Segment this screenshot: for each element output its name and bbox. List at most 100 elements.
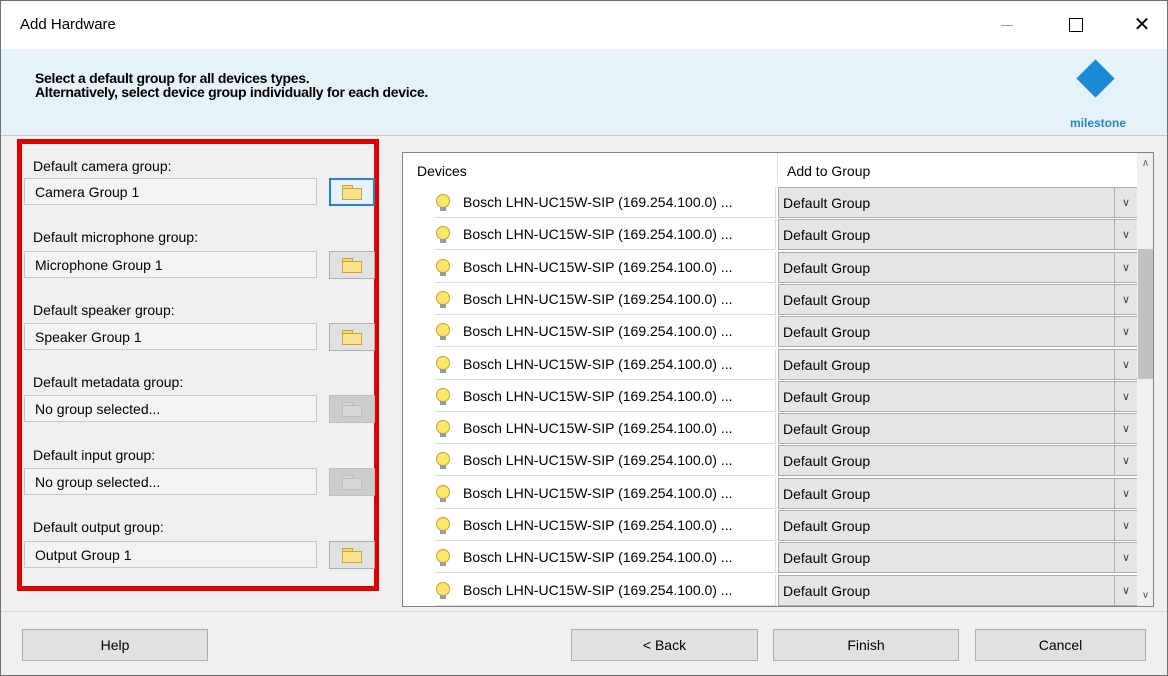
lightbulb-icon [436, 549, 450, 567]
help-button[interactable]: Help [22, 629, 208, 661]
device-cell[interactable]: Bosch LHN-UC15W-SIP (169.254.100.0) ... [435, 574, 776, 606]
back-button[interactable]: < Back [571, 629, 758, 661]
column-header-devices[interactable]: Devices [403, 153, 778, 183]
lightbulb-icon [436, 420, 450, 438]
add-to-group-select[interactable]: Default Group ∨ [778, 380, 1138, 412]
table-row[interactable]: Bosch LHN-UC15W-SIP (169.254.100.0) ... D… [403, 445, 1138, 477]
device-name: Bosch LHN-UC15W-SIP (169.254.100.0) ... [463, 258, 733, 275]
add-to-group-select[interactable]: Default Group ∨ [778, 574, 1138, 606]
device-cell[interactable]: Bosch LHN-UC15W-SIP (169.254.100.0) ... [435, 219, 776, 251]
chevron-down-icon[interactable]: ∨ [1114, 188, 1137, 217]
table-row[interactable]: Bosch LHN-UC15W-SIP (169.254.100.0) ... D… [403, 251, 1138, 284]
table-scrollbar[interactable]: ∧ ∨ [1137, 153, 1153, 606]
instruction-line-2: Alternatively, select device group indiv… [35, 84, 428, 100]
add-to-group-select[interactable]: Default Group ∨ [778, 316, 1138, 348]
chevron-down-icon[interactable]: ∨ [1114, 220, 1137, 250]
finish-button[interactable]: Finish [773, 629, 959, 661]
devices-table: Devices Add to Group Bosch LHN-UC15W-SIP… [402, 152, 1154, 607]
selected-group: Default Group [783, 550, 871, 567]
browse-group-button[interactable] [329, 323, 375, 351]
table-row[interactable]: Bosch LHN-UC15W-SIP (169.254.100.0) ... D… [403, 380, 1138, 413]
device-name: Bosch LHN-UC15W-SIP (169.254.100.0) ... [463, 355, 733, 372]
selected-group: Default Group [783, 291, 871, 308]
device-cell[interactable]: Bosch LHN-UC15W-SIP (169.254.100.0) ... [435, 380, 776, 412]
add-to-group-select[interactable]: Default Group ∨ [778, 187, 1138, 218]
scroll-down-icon[interactable]: ∨ [1137, 587, 1153, 604]
table-row[interactable]: Bosch LHN-UC15W-SIP (169.254.100.0) ... D… [403, 542, 1138, 574]
lightbulb-icon [436, 355, 450, 373]
chevron-down-icon[interactable]: ∨ [1114, 543, 1137, 573]
chevron-down-icon[interactable]: ∨ [1114, 414, 1137, 444]
add-to-group-select[interactable]: Default Group ∨ [778, 477, 1138, 509]
table-row[interactable]: Bosch LHN-UC15W-SIP (169.254.100.0) ... D… [403, 187, 1138, 219]
default-group-label: Default camera group: [33, 158, 172, 174]
browse-group-button[interactable] [329, 251, 375, 279]
lightbulb-icon [436, 290, 450, 308]
folder-icon [342, 475, 362, 490]
scroll-thumb[interactable] [1138, 249, 1153, 379]
lightbulb-icon [436, 452, 450, 470]
device-name: Bosch LHN-UC15W-SIP (169.254.100.0) ... [463, 226, 733, 243]
table-row[interactable]: Bosch LHN-UC15W-SIP (169.254.100.0) ... D… [403, 510, 1138, 542]
device-cell[interactable]: Bosch LHN-UC15W-SIP (169.254.100.0) ... [435, 477, 776, 509]
table-row[interactable]: Bosch LHN-UC15W-SIP (169.254.100.0) ... D… [403, 477, 1138, 510]
table-row[interactable]: Bosch LHN-UC15W-SIP (169.254.100.0) ... D… [403, 348, 1138, 381]
device-name: Bosch LHN-UC15W-SIP (169.254.100.0) ... [463, 452, 733, 469]
add-to-group-select[interactable]: Default Group ∨ [778, 510, 1138, 541]
chevron-down-icon[interactable]: ∨ [1114, 478, 1137, 508]
column-header-add-to-group[interactable]: Add to Group [778, 153, 1138, 183]
default-group-field: Output Group 1 [24, 541, 317, 568]
device-name: Bosch LHN-UC15W-SIP (169.254.100.0) ... [463, 484, 733, 501]
table-row[interactable]: Bosch LHN-UC15W-SIP (169.254.100.0) ... D… [403, 283, 1138, 316]
scroll-up-icon[interactable]: ∧ [1137, 155, 1153, 172]
chevron-down-icon[interactable]: ∨ [1114, 511, 1137, 540]
browse-group-button[interactable] [329, 541, 375, 569]
table-row[interactable]: Bosch LHN-UC15W-SIP (169.254.100.0) ... D… [403, 219, 1138, 251]
window-title: Add Hardware [20, 16, 116, 33]
chevron-down-icon[interactable]: ∨ [1114, 575, 1137, 605]
minimize-button[interactable] [984, 1, 1030, 49]
browse-group-button[interactable] [329, 178, 375, 206]
chevron-down-icon[interactable]: ∨ [1114, 284, 1137, 314]
default-group-label: Default input group: [33, 447, 156, 463]
add-to-group-select[interactable]: Default Group ∨ [778, 445, 1138, 477]
default-group-label: Default metadata group: [33, 374, 184, 390]
add-to-group-select[interactable]: Default Group ∨ [778, 348, 1138, 380]
browse-group-button [329, 468, 375, 496]
lightbulb-icon [436, 581, 450, 599]
chevron-down-icon[interactable]: ∨ [1114, 317, 1137, 347]
minimize-icon [1001, 24, 1013, 26]
device-name: Bosch LHN-UC15W-SIP (169.254.100.0) ... [463, 549, 733, 566]
chevron-down-icon[interactable]: ∨ [1114, 446, 1137, 476]
default-group-field: Camera Group 1 [24, 178, 317, 205]
device-cell[interactable]: Bosch LHN-UC15W-SIP (169.254.100.0) ... [435, 283, 776, 315]
device-cell[interactable]: Bosch LHN-UC15W-SIP (169.254.100.0) ... [435, 187, 776, 218]
device-cell[interactable]: Bosch LHN-UC15W-SIP (169.254.100.0) ... [435, 348, 776, 380]
device-cell[interactable]: Bosch LHN-UC15W-SIP (169.254.100.0) ... [435, 413, 776, 445]
device-cell[interactable]: Bosch LHN-UC15W-SIP (169.254.100.0) ... [435, 445, 776, 477]
table-row[interactable]: Bosch LHN-UC15W-SIP (169.254.100.0) ... D… [403, 316, 1138, 348]
device-cell[interactable]: Bosch LHN-UC15W-SIP (169.254.100.0) ... [435, 542, 776, 574]
add-to-group-select[interactable]: Default Group ∨ [778, 251, 1138, 283]
maximize-button[interactable] [1053, 1, 1099, 49]
selected-group: Default Group [783, 582, 871, 599]
wizard-header: Select a default group for all devices t… [1, 49, 1167, 136]
add-to-group-select[interactable]: Default Group ∨ [778, 413, 1138, 445]
cancel-button[interactable]: Cancel [975, 629, 1146, 661]
device-cell[interactable]: Bosch LHN-UC15W-SIP (169.254.100.0) ... [435, 316, 776, 348]
lightbulb-icon [436, 484, 450, 502]
device-cell[interactable]: Bosch LHN-UC15W-SIP (169.254.100.0) ... [435, 510, 776, 541]
table-row[interactable]: Bosch LHN-UC15W-SIP (169.254.100.0) ... D… [403, 574, 1138, 606]
add-to-group-select[interactable]: Default Group ∨ [778, 542, 1138, 574]
chevron-down-icon[interactable]: ∨ [1114, 349, 1137, 379]
maximize-icon [1069, 18, 1083, 32]
chevron-down-icon[interactable]: ∨ [1114, 252, 1137, 282]
chevron-down-icon[interactable]: ∨ [1114, 381, 1137, 411]
close-button[interactable]: ✕ [1119, 1, 1165, 49]
add-to-group-select[interactable]: Default Group ∨ [778, 219, 1138, 251]
default-group-label: Default microphone group: [33, 229, 198, 245]
device-cell[interactable]: Bosch LHN-UC15W-SIP (169.254.100.0) ... [435, 251, 776, 283]
table-row[interactable]: Bosch LHN-UC15W-SIP (169.254.100.0) ... D… [403, 413, 1138, 445]
device-name: Bosch LHN-UC15W-SIP (169.254.100.0) ... [463, 387, 733, 404]
add-to-group-select[interactable]: Default Group ∨ [778, 283, 1138, 315]
